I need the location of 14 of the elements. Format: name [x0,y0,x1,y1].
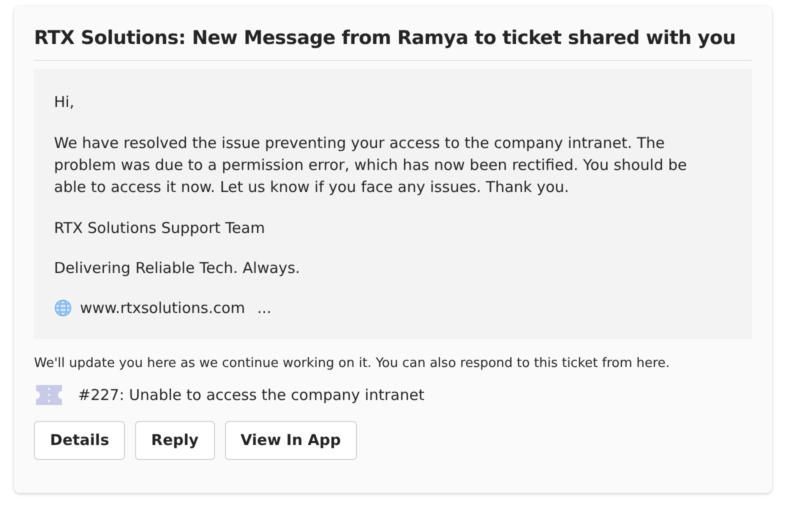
card-title: RTX Solutions: New Message from Ramya to ticket shared with you [34,26,737,51]
website-link[interactable]: www.rtxsolutions.com [80,297,246,319]
ticket-title[interactable]: #227: Unable to access the company intranet [78,384,424,406]
signature-text: RTX Solutions Support Team [54,218,266,239]
action-button[interactable]: View In App [224,420,357,460]
action-button[interactable]: Details [34,420,126,460]
ticket-icon [36,385,62,406]
more-text[interactable]: ... [257,297,272,319]
action-button[interactable]: Reply [135,420,215,460]
tagline-text: Delivering Reliable Tech. Always. [54,258,302,279]
message-paragraph: We have resolved the issue preventing your access to the company intranet. The problem was due to a permission error, which has now been rectified. You should be able to access it now. Let us know if you face any issues. Thank you. [54,133,688,198]
update-note: We'll update you here as we continue working on it. You can also respond to this ticket from here. [34,355,671,373]
greeting-text: Hi, [54,92,76,113]
globe-icon [54,299,72,317]
